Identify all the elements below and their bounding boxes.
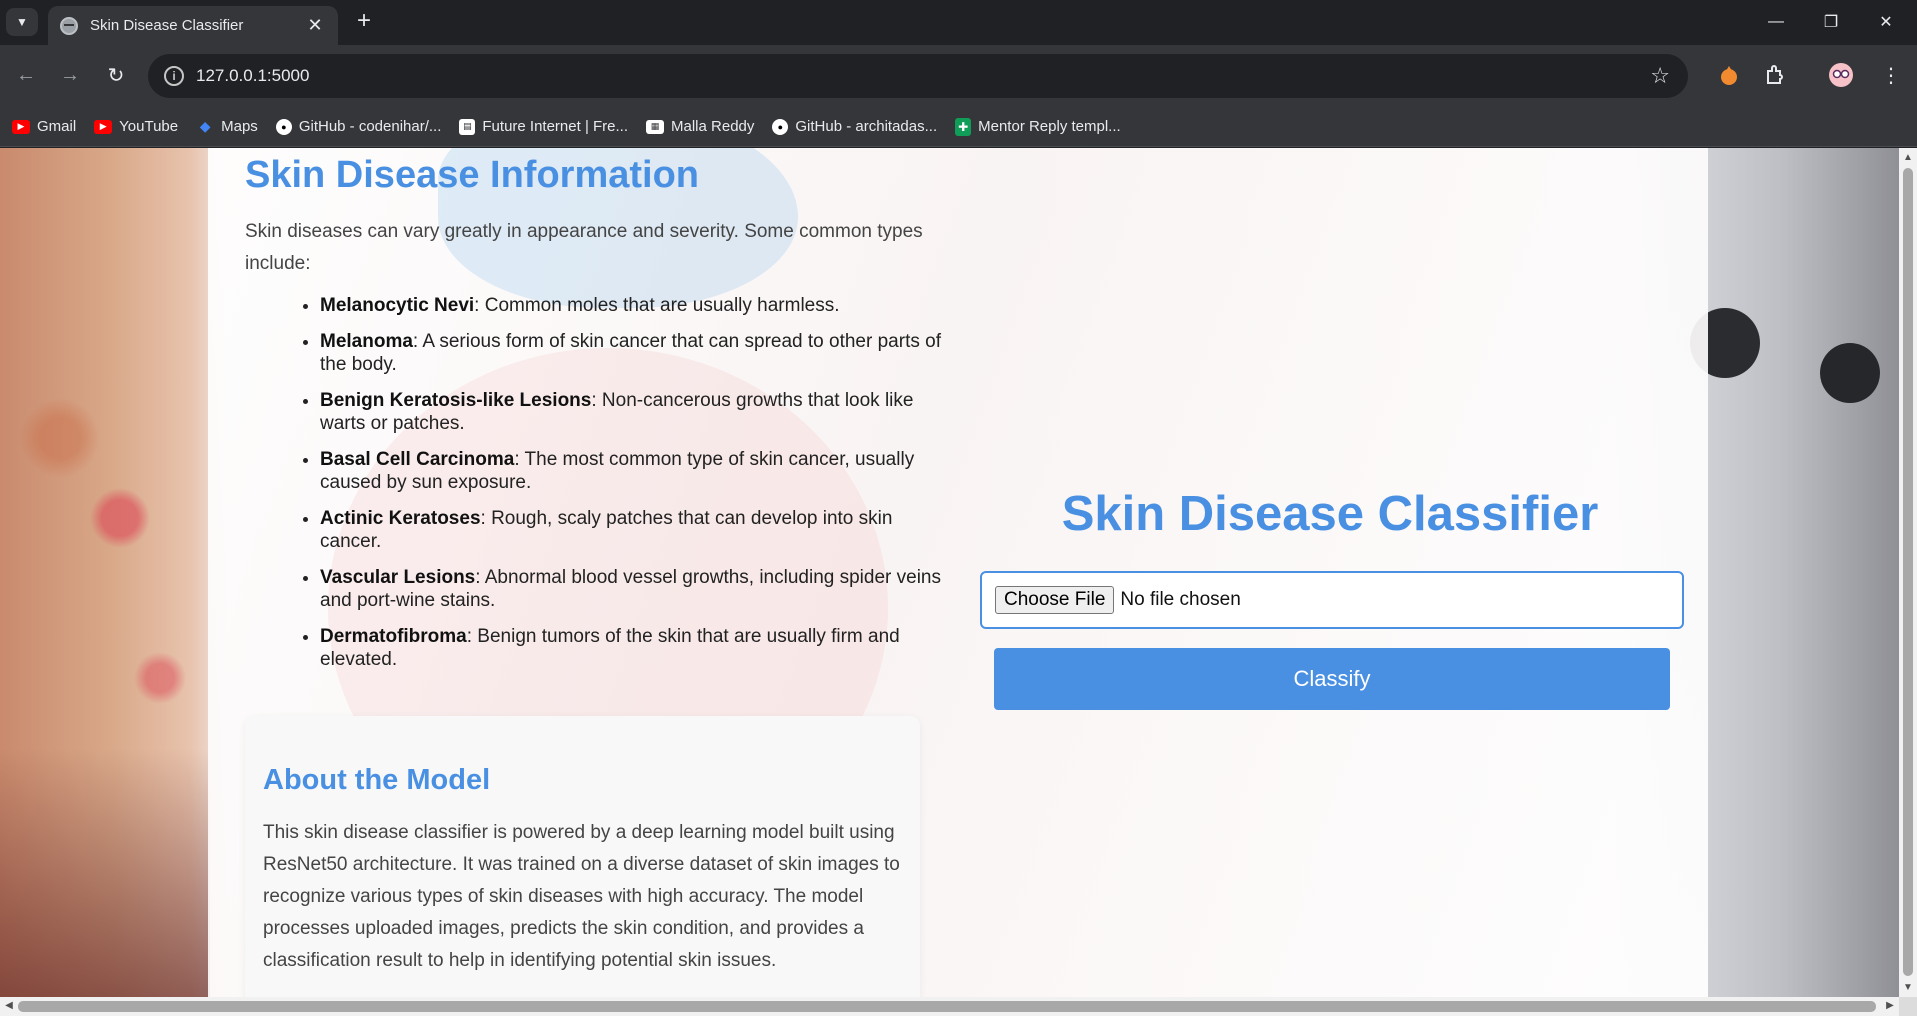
bookmark-label: Future Internet | Fre...: [482, 118, 629, 135]
file-input[interactable]: Choose File No file chosen: [980, 571, 1684, 629]
scroll-left-icon[interactable]: ◀: [0, 1000, 18, 1011]
arrow-left-icon: ←: [16, 63, 36, 86]
list-item: Melanoma: A serious form of skin cancer …: [320, 330, 945, 376]
bookmark-label: GitHub - architadas...: [795, 118, 938, 135]
bookmark-github-architadas[interactable]: ● GitHub - architadas...: [772, 118, 937, 135]
new-tab-button[interactable]: +: [350, 8, 378, 36]
reload-icon: ↻: [107, 64, 125, 87]
bookmark-gmail[interactable]: ▶ Gmail: [12, 118, 76, 135]
list-item: Vascular Lesions: Abnormal blood vessel …: [320, 566, 945, 612]
list-item: Benign Keratosis-like Lesions: Non-cance…: [320, 389, 945, 435]
back-button[interactable]: ←: [10, 59, 42, 91]
arrow-right-icon: →: [60, 63, 80, 86]
choose-file-button[interactable]: Choose File: [995, 586, 1115, 614]
bookmark-label: Malla Reddy: [671, 118, 755, 135]
list-item: Basal Cell Carcinoma: The most common ty…: [320, 448, 945, 494]
globe-icon: [60, 16, 78, 35]
disease-name: Melanoma: [320, 331, 413, 352]
vertical-scrollbar[interactable]: ▲ ▼: [1899, 148, 1917, 997]
scroll-right-icon[interactable]: ▶: [1881, 1000, 1899, 1011]
youtube-icon: ▶: [94, 119, 113, 134]
profile-avatar[interactable]: [1826, 60, 1856, 90]
close-tab-icon[interactable]: ✕: [304, 15, 326, 36]
bookmark-label: YouTube: [119, 118, 179, 135]
disease-desc: : Common moles that are usually harmless…: [474, 295, 840, 316]
background-stethoscope-2: [1820, 343, 1880, 403]
background-shadow: [0, 748, 210, 997]
classifier-title: Skin Disease Classifier: [1061, 487, 1599, 541]
tab-title: Skin Disease Classifier: [90, 17, 244, 34]
list-item: Melanocytic Nevi: Common moles that are …: [320, 294, 945, 317]
bookmark-malla-reddy[interactable]: ▦ Malla Reddy: [646, 118, 754, 135]
url-text[interactable]: 127.0.0.1:5000: [196, 66, 1650, 86]
browser-titlebar: ▼ Skin Disease Classifier ✕ + — ❐ ✕: [0, 0, 1917, 45]
file-status: No file chosen: [1120, 589, 1241, 610]
disease-name: Benign Keratosis-like Lesions: [320, 390, 592, 411]
minimize-button[interactable]: —: [1753, 6, 1799, 38]
classifier-section: Skin Disease Classifier Choose File No f…: [980, 148, 1684, 997]
mdpi-icon: ▤: [459, 118, 476, 135]
maps-icon: ◆: [199, 118, 211, 134]
list-item: Actinic Keratoses: Rough, scaly patches …: [320, 507, 945, 553]
horizontal-scrollbar[interactable]: ◀ ▶: [0, 997, 1899, 1016]
forward-button[interactable]: →: [54, 59, 86, 91]
sheets-icon: ✚: [955, 117, 972, 136]
college-icon: ▦: [646, 119, 665, 134]
scrollbar-corner: [1899, 997, 1917, 1016]
reload-button[interactable]: ↻: [100, 59, 132, 91]
disease-list: Melanocytic Nevi: Common moles that are …: [245, 294, 945, 671]
extension-orange-icon[interactable]: [1714, 60, 1744, 90]
info-intro: Skin diseases can vary greatly in appear…: [245, 221, 923, 274]
list-item: Dermatofibroma: Benign tumors of the ski…: [320, 625, 945, 671]
bookmark-mentor-reply[interactable]: ✚ Mentor Reply templ...: [955, 117, 1121, 136]
more-menu-icon[interactable]: ⋮: [1876, 60, 1906, 90]
bookmark-label: Gmail: [37, 118, 77, 135]
vertical-scroll-thumb[interactable]: [1903, 168, 1913, 976]
gmail-icon: ▶: [12, 119, 30, 134]
bookmark-star-icon[interactable]: ☆: [1650, 63, 1670, 89]
disease-name: Vascular Lesions: [320, 567, 476, 588]
info-section: Skin Disease Information Skin diseases c…: [245, 148, 941, 684]
bookmark-label: Maps: [221, 118, 258, 135]
disease-desc: : A serious form of skin cancer that can…: [320, 331, 941, 375]
about-title: About the Model: [263, 764, 491, 796]
bookmark-label: GitHub - codenihar/...: [298, 118, 442, 135]
bookmark-label: Mentor Reply templ...: [978, 118, 1121, 135]
scroll-down-icon[interactable]: ▼: [1899, 982, 1917, 993]
github-icon: ●: [275, 118, 292, 135]
about-card: About the Model This skin disease classi…: [245, 716, 920, 997]
disease-name: Actinic Keratoses: [320, 508, 481, 529]
info-title: Skin Disease Information: [245, 154, 700, 196]
extensions-puzzle-icon[interactable]: [1760, 60, 1790, 90]
github-icon: ●: [772, 118, 789, 135]
chevron-down-icon: ▼: [16, 15, 28, 29]
main-container: Skin Disease Information Skin diseases c…: [208, 148, 1708, 997]
page-viewport: Skin Disease Information Skin diseases c…: [0, 148, 1899, 997]
tab-active[interactable]: Skin Disease Classifier ✕: [48, 6, 338, 45]
address-bar[interactable]: i 127.0.0.1:5000 ☆: [148, 54, 1688, 98]
horizontal-scroll-thumb[interactable]: [18, 1001, 1876, 1012]
disease-name: Dermatofibroma: [320, 626, 467, 647]
classify-button[interactable]: Classify: [994, 648, 1670, 710]
bookmark-future-internet[interactable]: ▤ Future Internet | Fre...: [459, 118, 628, 135]
disease-name: Basal Cell Carcinoma: [320, 449, 515, 470]
browser-toolbar: ← → ↻ i 127.0.0.1:5000 ☆ ⋮: [0, 45, 1917, 107]
bookmarks-bar: ▶ Gmail ▶ YouTube ◆ Maps ● GitHub - code…: [0, 107, 1917, 147]
bookmark-maps[interactable]: ◆ Maps: [196, 118, 258, 135]
scroll-up-icon[interactable]: ▲: [1899, 152, 1917, 163]
bookmark-youtube[interactable]: ▶ YouTube: [94, 118, 178, 135]
restore-button[interactable]: ❐: [1808, 6, 1854, 38]
close-window-button[interactable]: ✕: [1863, 6, 1909, 38]
bookmark-github-codenihar[interactable]: ● GitHub - codenihar/...: [275, 118, 442, 135]
site-info-icon[interactable]: i: [164, 66, 184, 86]
tab-search-button[interactable]: ▼: [6, 8, 38, 36]
disease-name: Melanocytic Nevi: [320, 295, 475, 316]
about-text: This skin disease classifier is powered …: [263, 822, 900, 971]
